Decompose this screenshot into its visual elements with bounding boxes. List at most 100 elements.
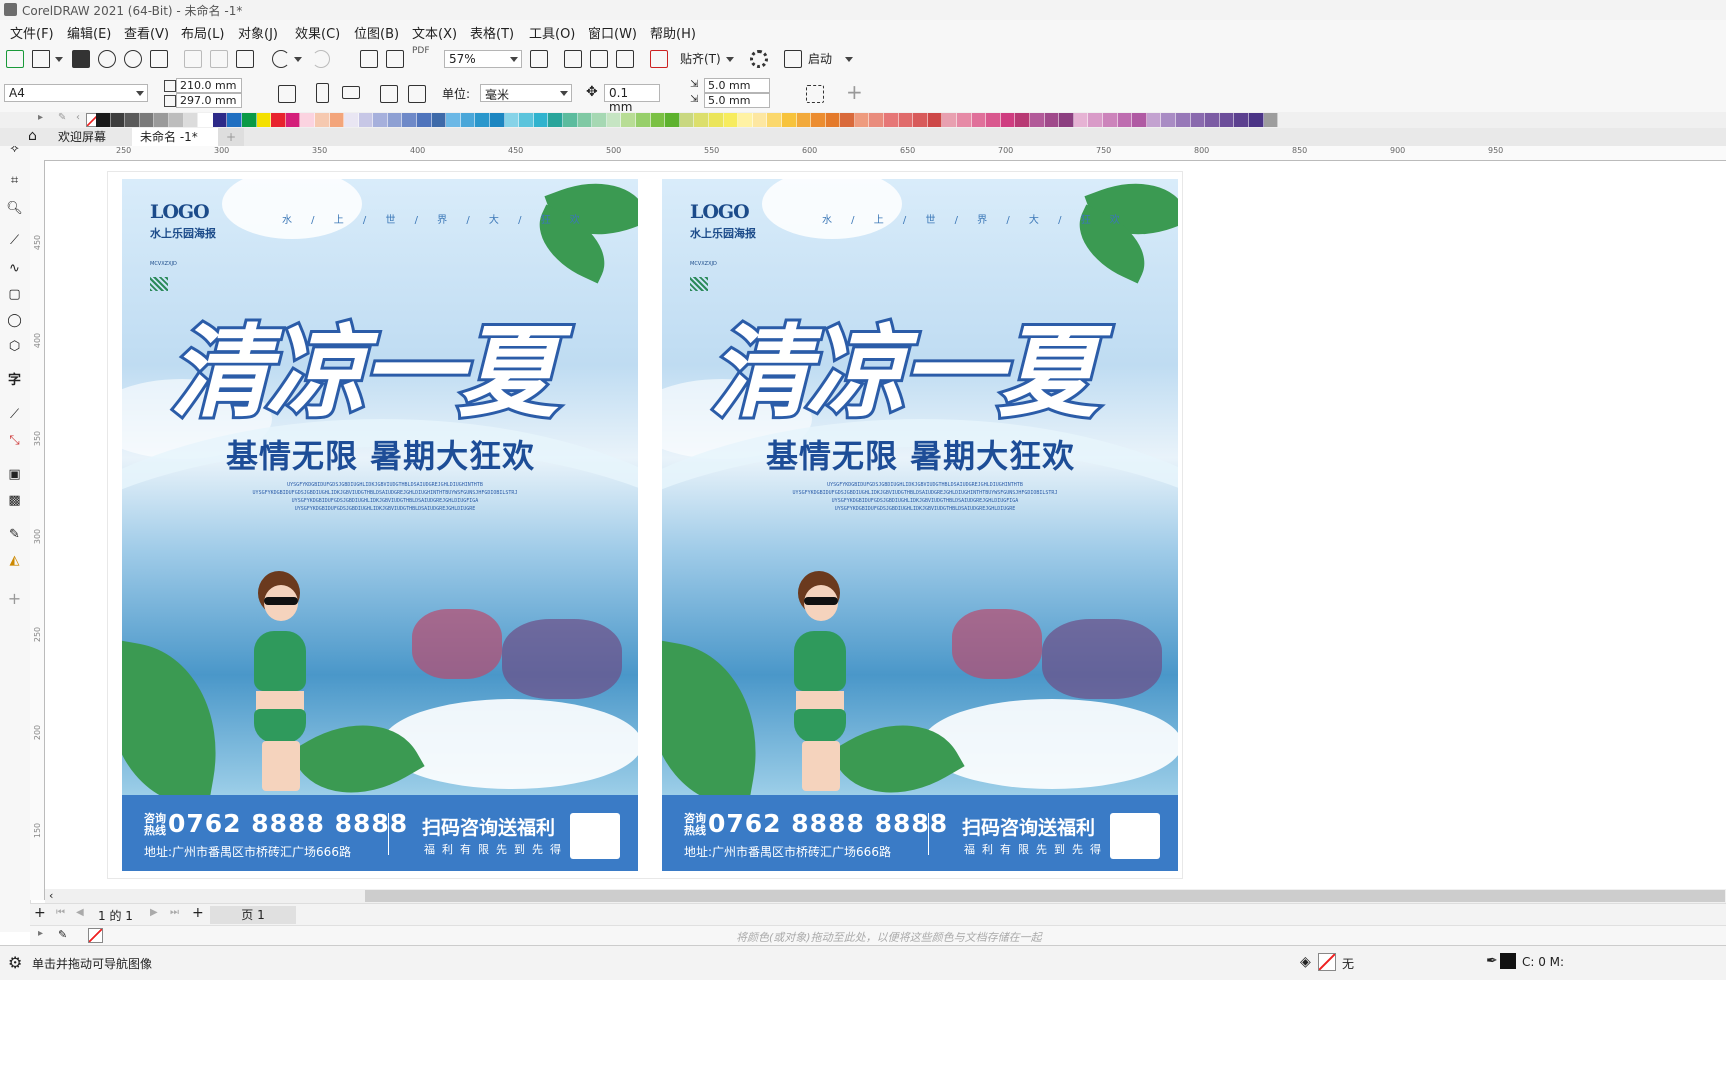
palette-swatch[interactable] bbox=[898, 113, 914, 127]
undo-dropdown-icon[interactable] bbox=[294, 57, 302, 62]
add-page-before-icon[interactable]: + bbox=[34, 905, 46, 921]
menu-tools[interactable]: 工具(O) bbox=[529, 23, 575, 42]
palette-swatch[interactable] bbox=[869, 113, 885, 127]
palette-swatch[interactable] bbox=[796, 113, 812, 127]
palette-swatch[interactable] bbox=[417, 113, 432, 127]
palette-swatch[interactable] bbox=[1000, 113, 1016, 127]
freehand-tool-icon[interactable]: ⟋ bbox=[6, 232, 23, 249]
launch-icon[interactable] bbox=[784, 50, 802, 68]
horizontal-ruler[interactable]: 250 300 350 400 450 500 550 600 650 700 … bbox=[30, 146, 1726, 161]
interactive-fill-tool-icon[interactable]: ◭ bbox=[6, 552, 23, 569]
palette-swatch[interactable] bbox=[241, 113, 257, 127]
menu-text[interactable]: 文本(X) bbox=[412, 23, 457, 42]
full-screen-preview-icon[interactable] bbox=[530, 50, 548, 68]
palette-swatch[interactable] bbox=[767, 113, 782, 127]
paper-type-icon[interactable] bbox=[278, 85, 296, 103]
redo-icon[interactable] bbox=[312, 50, 330, 68]
palette-swatch[interactable] bbox=[723, 113, 739, 127]
palette-swatch[interactable] bbox=[1146, 113, 1162, 127]
palette-swatch[interactable] bbox=[635, 113, 651, 127]
palette-swatch[interactable] bbox=[971, 113, 987, 127]
rectangle-tool-icon[interactable]: ▢ bbox=[6, 286, 23, 303]
palette-swatch[interactable] bbox=[1161, 113, 1176, 127]
export-icon[interactable] bbox=[386, 50, 404, 68]
page-height-field[interactable]: 297.0 mm bbox=[176, 93, 242, 108]
palette-swatch[interactable] bbox=[986, 113, 1001, 127]
palette-swatch[interactable] bbox=[1030, 113, 1045, 127]
palette-swatch[interactable] bbox=[431, 113, 447, 127]
snap-dropdown-icon[interactable] bbox=[726, 57, 734, 62]
palette-swatch[interactable] bbox=[752, 113, 768, 127]
palette-swatch[interactable] bbox=[1190, 113, 1206, 127]
home-icon[interactable]: ⌂ bbox=[28, 128, 37, 144]
menu-help[interactable]: 帮助(H) bbox=[650, 23, 696, 42]
undo-icon[interactable] bbox=[272, 50, 290, 68]
scrollbar-thumb[interactable] bbox=[365, 890, 1725, 902]
menu-window[interactable]: 窗口(W) bbox=[588, 23, 637, 42]
palette-eyedropper-icon[interactable]: ✎ bbox=[58, 112, 66, 123]
artistic-media-tool-icon[interactable]: ∿ bbox=[6, 260, 23, 277]
menu-bitmaps[interactable]: 位图(B) bbox=[354, 23, 399, 42]
palette-swatch[interactable] bbox=[1073, 113, 1089, 127]
horizontal-scrollbar[interactable]: ‹ bbox=[45, 889, 1726, 903]
units-select[interactable]: 毫米 bbox=[480, 84, 572, 102]
palette-swatch[interactable] bbox=[490, 113, 505, 127]
palette-swatch[interactable] bbox=[548, 113, 563, 127]
palette-swatch[interactable] bbox=[373, 113, 388, 127]
menu-view[interactable]: 查看(V) bbox=[124, 23, 169, 42]
status-gear-icon[interactable]: ⚙ bbox=[8, 953, 22, 972]
palette-swatch[interactable] bbox=[329, 113, 345, 127]
edit-bleed-icon[interactable] bbox=[806, 85, 824, 103]
paste-icon[interactable] bbox=[236, 50, 254, 68]
palette-swatch[interactable] bbox=[402, 113, 418, 127]
previous-page-icon[interactable]: ◀ bbox=[76, 907, 84, 918]
palette-swatch[interactable] bbox=[300, 113, 315, 127]
open-dropdown-icon[interactable] bbox=[55, 57, 63, 62]
units-dropdown-icon[interactable] bbox=[560, 91, 568, 96]
snap-off-icon[interactable] bbox=[650, 50, 668, 68]
palette-swatch[interactable] bbox=[168, 113, 184, 127]
new-document-icon[interactable] bbox=[6, 50, 24, 68]
palette-swatch[interactable] bbox=[1015, 113, 1030, 127]
nudge-distance-field[interactable]: 0.1 mm bbox=[604, 84, 660, 114]
palette-swatch[interactable] bbox=[825, 113, 841, 127]
export-pdf-icon[interactable]: PDF bbox=[412, 46, 430, 56]
portrait-icon[interactable] bbox=[316, 83, 329, 103]
palette-swatch[interactable] bbox=[942, 113, 958, 127]
palette-swatch[interactable] bbox=[358, 113, 374, 127]
palette-swatch[interactable] bbox=[1102, 113, 1118, 127]
first-page-icon[interactable]: ⏮ bbox=[56, 907, 65, 918]
palette-swatch[interactable] bbox=[665, 113, 680, 127]
palette-swatch[interactable] bbox=[577, 113, 593, 127]
docpalette-expand-icon[interactable]: ▸ bbox=[38, 928, 43, 939]
page-width-field[interactable]: 210.0 mm bbox=[176, 78, 242, 93]
open-folder-icon[interactable] bbox=[32, 50, 50, 68]
page-size-select[interactable]: A4 bbox=[4, 84, 148, 102]
palette-swatch[interactable] bbox=[475, 113, 491, 127]
polygon-tool-icon[interactable]: ⬡ bbox=[6, 338, 23, 355]
palette-swatch[interactable] bbox=[679, 113, 695, 127]
connector-tool-icon[interactable]: ⤡ bbox=[6, 432, 23, 449]
poster-left[interactable]: LOGO 水上乐园海报 MCVXZXJD 水 / 上 / 世 / 界 / 大 /… bbox=[122, 179, 638, 871]
show-rulers-icon[interactable] bbox=[564, 50, 582, 68]
palette-swatch[interactable] bbox=[212, 113, 228, 127]
palette-back-icon[interactable]: ‹ bbox=[76, 112, 80, 123]
palette-swatch[interactable] bbox=[563, 113, 578, 127]
palette-swatch[interactable] bbox=[227, 113, 242, 127]
ellipse-tool-icon[interactable]: ◯ bbox=[6, 312, 23, 329]
palette-swatch[interactable] bbox=[781, 113, 797, 127]
palette-swatch[interactable] bbox=[533, 113, 549, 127]
outline-color-swatch[interactable] bbox=[1500, 953, 1516, 969]
drop-shadow-tool-icon[interactable]: ▣ bbox=[6, 466, 23, 483]
palette-swatch[interactable] bbox=[957, 113, 972, 127]
page-size-dropdown-icon[interactable] bbox=[136, 91, 144, 96]
add-tab-button[interactable]: + bbox=[218, 128, 245, 146]
palette-swatch[interactable] bbox=[884, 113, 899, 127]
palette-swatch[interactable] bbox=[650, 113, 666, 127]
fill-none-swatch[interactable] bbox=[1318, 953, 1336, 971]
landscape-icon[interactable] bbox=[342, 86, 360, 99]
palette-swatch[interactable] bbox=[139, 113, 155, 127]
all-pages-icon[interactable] bbox=[380, 85, 398, 103]
palette-swatch[interactable] bbox=[504, 113, 520, 127]
launch-menu[interactable]: 启动 bbox=[808, 50, 832, 67]
